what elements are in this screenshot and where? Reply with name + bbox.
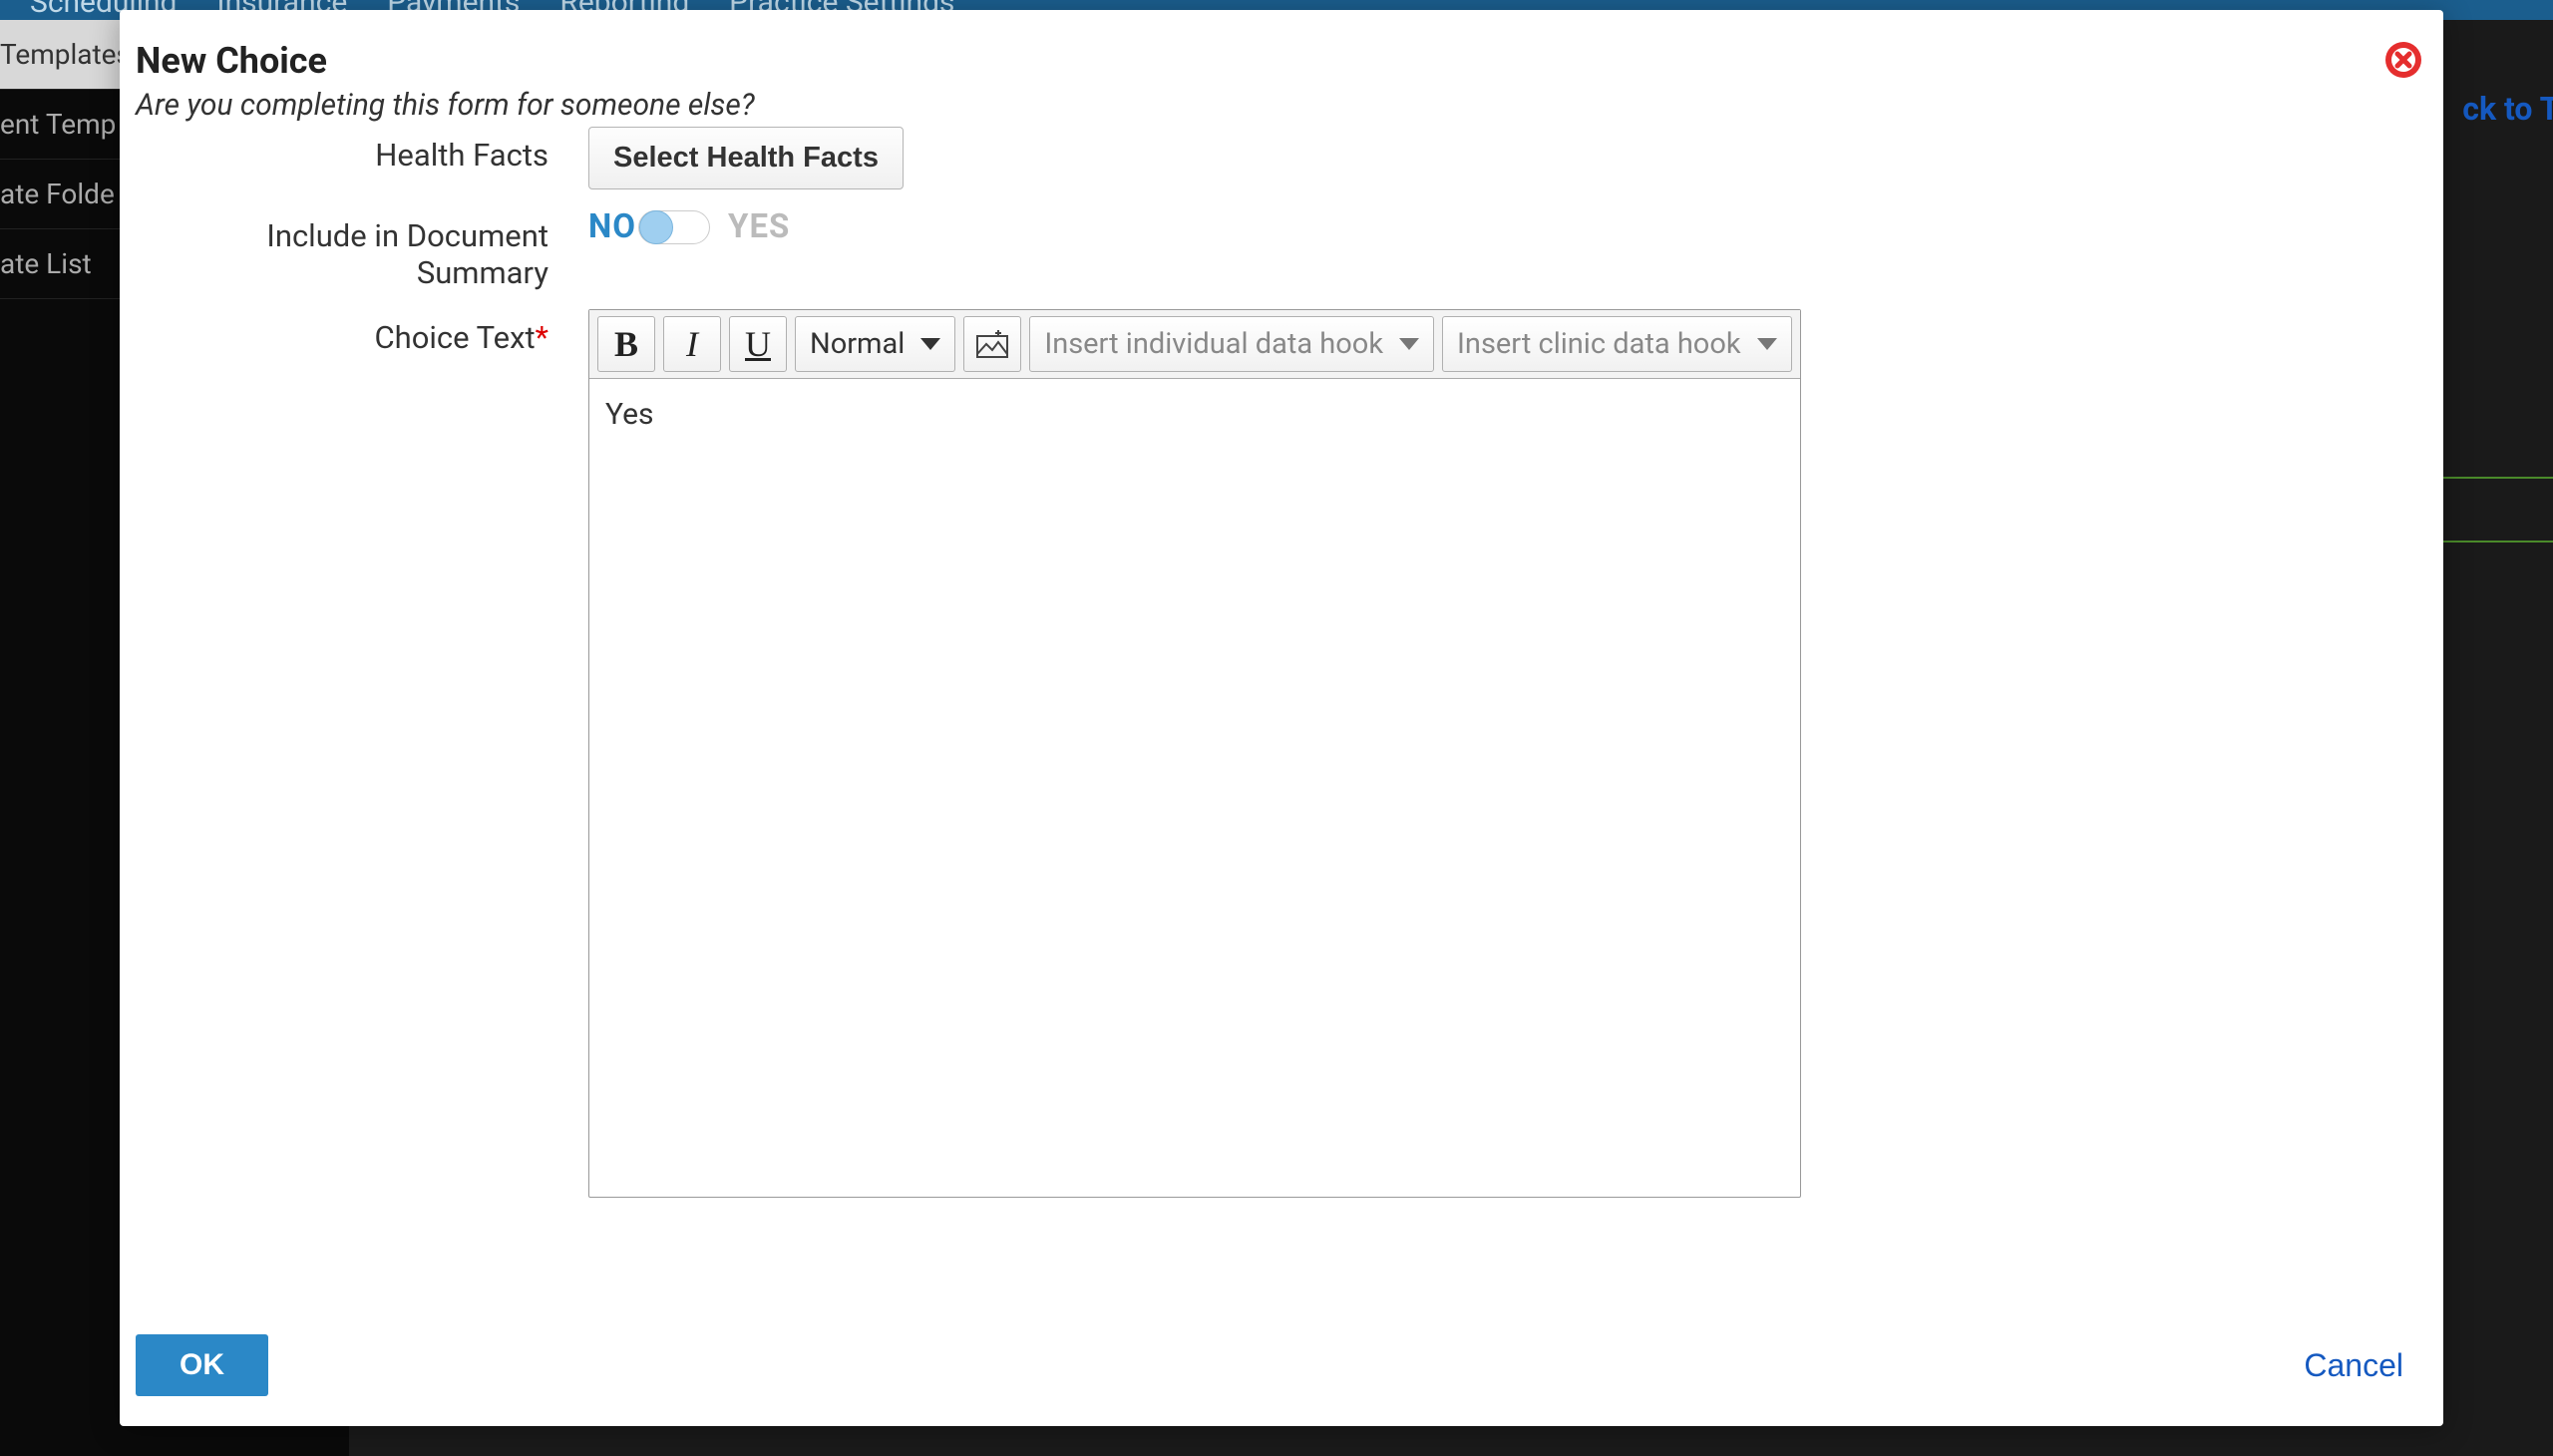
chevron-down-icon [920,338,940,350]
ok-button[interactable]: OK [136,1334,268,1396]
modal-subtitle: Are you completing this form for someone… [130,86,2433,133]
cancel-button[interactable]: Cancel [2304,1347,2403,1384]
chevron-down-icon [1399,338,1419,350]
format-select[interactable]: Normal [795,316,955,372]
select-health-facts-button[interactable]: Select Health Facts [588,127,904,189]
required-indicator: * [536,319,548,356]
bold-button[interactable]: B [597,316,655,372]
toggle-yes-label: YES [728,207,790,246]
editor-textarea[interactable]: Yes [589,379,1800,1197]
clinic-data-hook-select[interactable]: Insert clinic data hook [1442,316,1792,372]
decorative-line [2443,477,2553,479]
individual-hook-label: Insert individual data hook [1044,327,1383,361]
health-facts-label: Health Facts [130,127,588,174]
individual-data-hook-select[interactable]: Insert individual data hook [1029,316,1434,372]
close-button[interactable] [2383,40,2423,80]
insert-image-button[interactable] [963,316,1021,372]
chevron-down-icon [1757,338,1777,350]
include-summary-toggle[interactable] [638,210,710,244]
decorative-line [2443,541,2553,543]
toggle-knob [639,210,673,244]
new-choice-modal: New Choice Are you completing this form … [120,10,2443,1426]
underline-button[interactable]: U [729,316,787,372]
modal-footer: OK Cancel [130,1324,2433,1406]
toggle-no-label: NO [588,207,636,246]
rich-text-editor: B I U Normal Inse [588,309,1801,1198]
close-icon [2383,40,2423,80]
clinic-hook-label: Insert clinic data hook [1457,327,1741,361]
image-icon [976,330,1008,358]
format-select-label: Normal [810,327,905,361]
choice-text-label: Choice Text* [130,309,588,356]
include-summary-label: Include in Document Summary [130,207,588,291]
modal-title: New Choice [130,30,2433,86]
editor-toolbar: B I U Normal Inse [589,310,1800,379]
back-to-templates-link: ck to Tem [2462,90,2553,128]
italic-button[interactable]: I [663,316,721,372]
